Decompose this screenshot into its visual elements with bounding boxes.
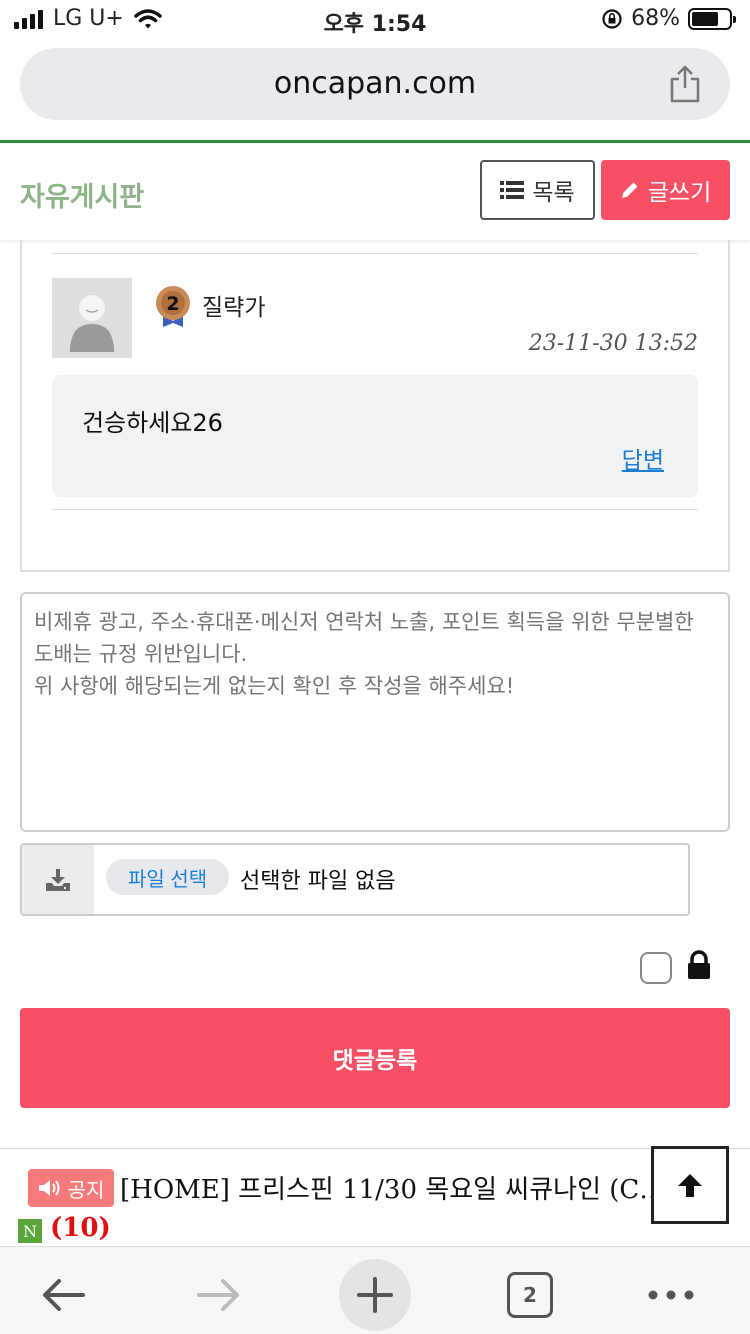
status-bar: LG U+ 오후 1:54 68% [0, 0, 750, 40]
battery-percent: 68% [631, 6, 680, 31]
notice-bar[interactable]: 공지 [HOME] 프리스핀 11/30 목요일 씨큐나인 (CQ... N (… [0, 1148, 750, 1248]
level-badge-icon: 2 [154, 285, 192, 327]
write-label: 글쓰기 [647, 180, 712, 206]
board-title[interactable]: 자유게시판 [20, 175, 144, 214]
back-button[interactable] [27, 1259, 99, 1331]
reply-link[interactable]: 답변 [622, 441, 664, 475]
url-text: oncapan.com [273, 66, 477, 101]
speaker-icon [38, 1180, 60, 1196]
list-button[interactable]: 목록 [480, 160, 595, 220]
divider [52, 253, 698, 254]
browser-toolbar: 2 [0, 1246, 750, 1334]
svg-text:2: 2 [166, 293, 179, 315]
new-badge: N [18, 1219, 42, 1243]
download-icon [22, 845, 94, 914]
list-icon [500, 181, 525, 199]
board-header: 자유게시판 목록 글쓰기 [0, 143, 750, 240]
comment-body: 건승하세요26 답변 [52, 375, 698, 497]
more-button[interactable] [635, 1259, 707, 1331]
notice-title[interactable]: [HOME] 프리스핀 11/30 목요일 씨큐나인 (CQ... [120, 1169, 680, 1206]
comment-author[interactable]: 질략가 [202, 288, 265, 322]
notice-badge: 공지 [28, 1169, 114, 1207]
comment-count: (10) [50, 1213, 111, 1243]
comment-textarea[interactable] [20, 592, 730, 832]
file-select-button[interactable]: 파일 선택 [106, 859, 230, 895]
arrow-left-icon [43, 1279, 85, 1311]
pencil-icon [621, 182, 638, 198]
scroll-top-button[interactable] [651, 1146, 729, 1224]
more-icon [648, 1290, 694, 1300]
lock-icon [688, 950, 710, 979]
arrow-up-icon [678, 1174, 702, 1197]
avatar [52, 278, 132, 358]
plus-icon [357, 1277, 393, 1313]
tab-count: 2 [507, 1272, 553, 1318]
comment-text: 건승하세요26 [82, 409, 223, 437]
comment-datetime: 23-11-30 13:52 [528, 331, 698, 356]
rotation-lock-icon [602, 8, 622, 29]
forward-button[interactable] [183, 1259, 255, 1331]
divider [52, 509, 698, 510]
write-button[interactable]: 글쓰기 [601, 160, 730, 220]
arrow-right-icon [197, 1279, 239, 1311]
battery-icon [688, 7, 736, 30]
share-icon[interactable] [668, 64, 702, 104]
file-upload-row: 파일 선택 선택한 파일 없음 [20, 843, 690, 916]
list-label: 목록 [532, 180, 575, 206]
address-bar[interactable]: oncapan.com [20, 48, 730, 120]
tabs-button[interactable]: 2 [494, 1259, 566, 1331]
file-status: 선택한 파일 없음 [240, 869, 396, 894]
notice-badge-label: 공지 [67, 1177, 105, 1202]
new-tab-button[interactable] [339, 1259, 411, 1331]
submit-comment-button[interactable]: 댓글등록 [20, 1008, 730, 1108]
secret-checkbox[interactable] [640, 952, 672, 984]
